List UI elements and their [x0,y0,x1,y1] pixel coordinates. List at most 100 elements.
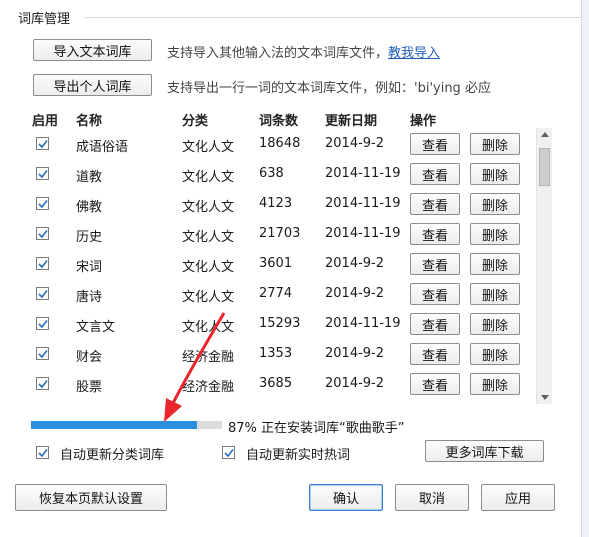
dict-name: 文言文 [76,320,116,335]
dict-count: 4123 [259,196,293,211]
enable-checkbox[interactable] [36,377,49,390]
delete-button[interactable]: 删除 [470,163,520,185]
dict-date: 2014-9-2 [325,376,385,391]
dict-date: 2014-11-19 [325,166,401,181]
dict-category: 经济金融 [182,350,235,365]
table-row: 财会 经济金融 1353 2014-9-2 查看 删除 [30,338,532,368]
dict-count: 3685 [259,376,293,391]
dict-category: 文化人文 [182,140,235,155]
dict-category: 文化人文 [182,260,235,275]
check-icon [37,229,48,238]
dict-name: 股票 [76,380,103,395]
settings-panel: 词库管理 导入文本词库 支持导入其他输入法的文本词库文件，教我导入 导出个人词库… [0,0,589,537]
delete-button[interactable]: 删除 [470,373,520,395]
dict-date: 2014-11-19 [325,226,401,241]
check-icon [37,289,48,298]
delete-button[interactable]: 删除 [470,343,520,365]
install-progress-fill [31,421,198,429]
delete-button[interactable]: 删除 [470,283,520,305]
section-title: 词库管理 [18,12,71,27]
dict-name: 道教 [76,170,103,185]
dict-date: 2014-11-19 [325,316,401,331]
auto-update-hotwords-checkbox[interactable] [222,446,235,459]
dict-name: 历史 [76,230,103,245]
view-button[interactable]: 查看 [410,133,460,155]
dictionary-table: 成语俗语 文化人文 18648 2014-9-2 查看 删除 道教 文化人文 638 2014-1… [30,128,552,404]
enable-checkbox[interactable] [36,167,49,180]
table-row: 历史 文化人文 21703 2014-11-19 查看 删除 [30,218,532,248]
ok-button[interactable]: 确认 [309,484,383,511]
dict-category: 文化人文 [182,230,235,245]
restore-default-button[interactable]: 恢复本页默认设置 [15,484,167,511]
view-button[interactable]: 查看 [410,283,460,305]
dict-count: 3601 [259,256,293,271]
auto-update-category-checkbox[interactable] [36,446,49,459]
install-progress-text: 87% 正在安装词库“歌曲歌手” [228,421,405,436]
import-text-desc: 支持导入其他输入法的文本词库文件，教我导入 [167,42,440,61]
enable-checkbox[interactable] [36,137,49,150]
dict-count: 15293 [259,316,301,331]
check-icon [37,349,48,358]
dict-name: 宋词 [76,260,103,275]
section-divider [84,17,581,18]
header-count: 词条数 [259,114,299,129]
check-icon [37,319,48,328]
table-row: 文言文 文化人文 15293 2014-11-19 查看 删除 [30,308,532,338]
dict-date: 2014-11-19 [325,196,401,211]
view-button[interactable]: 查看 [410,313,460,335]
header-actions: 操作 [410,114,437,129]
dict-date: 2014-9-2 [325,286,385,301]
delete-button[interactable]: 删除 [470,133,520,155]
check-icon [37,169,48,178]
dict-count: 638 [259,166,284,181]
dict-date: 2014-9-2 [325,256,385,271]
check-icon [37,259,48,268]
header-name: 名称 [76,114,103,129]
delete-button[interactable]: 删除 [470,223,520,245]
dict-name: 佛教 [76,200,103,215]
header-enabled: 启用 [32,114,59,129]
dict-name: 唐诗 [76,290,103,305]
delete-button[interactable]: 删除 [470,313,520,335]
view-button[interactable]: 查看 [410,223,460,245]
dict-category: 经济金融 [182,380,235,395]
enable-checkbox[interactable] [36,227,49,240]
dict-name: 财会 [76,350,103,365]
install-progress-bar [31,421,222,429]
window-edge [581,0,589,537]
table-row: 股票 经济金融 3685 2014-9-2 查看 删除 [30,368,532,398]
enable-checkbox[interactable] [36,347,49,360]
dict-category: 文化人文 [182,290,235,305]
check-icon [37,379,48,388]
delete-button[interactable]: 删除 [470,193,520,215]
delete-button[interactable]: 删除 [470,253,520,275]
dict-count: 1353 [259,346,293,361]
scroll-thumb[interactable] [539,148,550,186]
view-button[interactable]: 查看 [410,163,460,185]
scroll-up-icon[interactable] [541,132,549,137]
auto-update-hotwords-label: 自动更新实时热词 [246,448,351,463]
view-button[interactable]: 查看 [410,193,460,215]
export-personal-dict-button[interactable]: 导出个人词库 [33,74,152,96]
enable-checkbox[interactable] [36,197,49,210]
teach-import-link[interactable]: 教我导入 [388,46,440,61]
enable-checkbox[interactable] [36,257,49,270]
table-row: 成语俗语 文化人文 18648 2014-9-2 查看 删除 [30,128,532,158]
dict-name: 成语俗语 [76,140,129,155]
view-button[interactable]: 查看 [410,373,460,395]
dict-category: 文化人文 [182,320,235,335]
export-personal-desc: 支持导出一行一词的文本词库文件，例如：'bi'ying 必应 [167,81,491,96]
table-scrollbar[interactable] [536,128,552,404]
cancel-button[interactable]: 取消 [395,484,469,511]
table-row: 道教 文化人文 638 2014-11-19 查看 删除 [30,158,532,188]
view-button[interactable]: 查看 [410,343,460,365]
check-icon [223,448,234,457]
enable-checkbox[interactable] [36,317,49,330]
scroll-down-icon[interactable] [541,395,549,400]
more-dict-download-button[interactable]: 更多词库下载 [425,440,544,462]
apply-button[interactable]: 应用 [481,484,555,511]
import-text-dict-button[interactable]: 导入文本词库 [33,39,152,61]
check-icon [37,199,48,208]
view-button[interactable]: 查看 [410,253,460,275]
enable-checkbox[interactable] [36,287,49,300]
